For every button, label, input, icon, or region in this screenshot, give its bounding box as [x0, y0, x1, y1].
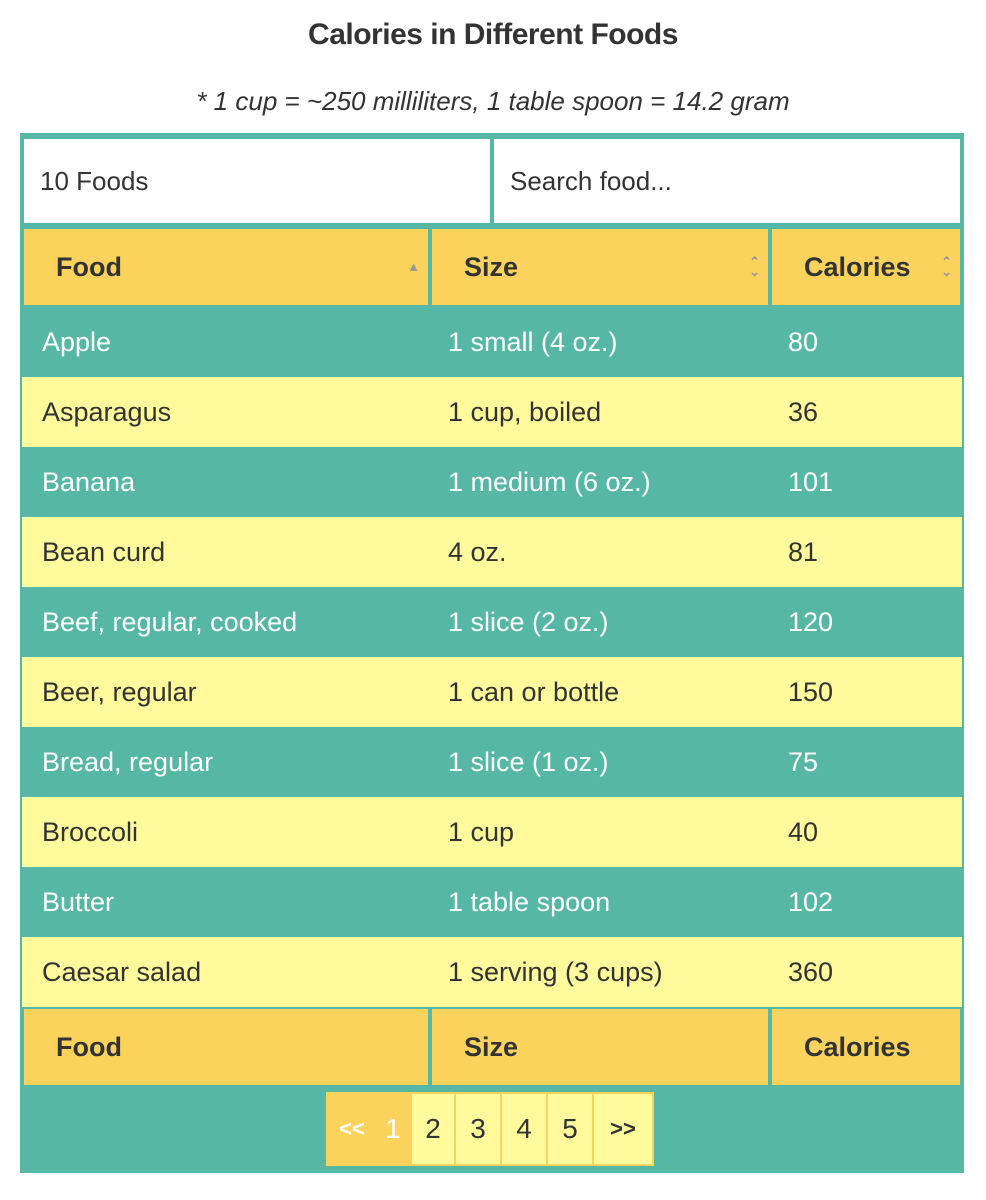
- cell-calories: 81: [770, 517, 962, 587]
- page-button-2[interactable]: 2: [410, 1094, 454, 1164]
- cell-calories: 150: [770, 657, 962, 727]
- page-size-select[interactable]: 10 Foods: [24, 139, 490, 223]
- page-button-4[interactable]: 4: [500, 1094, 546, 1164]
- cell-food: Beef, regular, cooked: [22, 587, 430, 657]
- column-header-label: Size: [464, 251, 519, 282]
- last-page-button[interactable]: >>: [592, 1094, 652, 1164]
- footer-label: Food: [56, 1031, 122, 1062]
- food-table: Food ▲ Size ⌃ ⌄ Calories ⌃ ⌄ Apple 1 small …: [22, 227, 962, 1087]
- footer-label: Size: [464, 1031, 519, 1062]
- cell-food: Caesar salad: [22, 937, 430, 1007]
- cell-food: Bread, regular: [22, 727, 430, 797]
- cell-size: 1 slice (1 oz.): [430, 727, 770, 797]
- header-row: Food ▲ Size ⌃ ⌄ Calories ⌃ ⌄: [22, 227, 962, 307]
- table-controls: 10 Foods: [20, 133, 964, 227]
- table-row: Beer, regular 1 can or bottle 150: [22, 657, 962, 727]
- cell-size: 1 small (4 oz.): [430, 307, 770, 377]
- sort-both-icon: ⌃ ⌄: [749, 254, 760, 279]
- unit-note: * 1 cup = ~250 milliliters, 1 table spoo…: [196, 86, 790, 116]
- table-row: Asparagus 1 cup, boiled 36: [22, 377, 962, 447]
- cell-food: Banana: [22, 447, 430, 517]
- sort-ascending-icon: ▲: [407, 259, 420, 274]
- cell-size: 1 can or bottle: [430, 657, 770, 727]
- cell-food: Apple: [22, 307, 430, 377]
- cell-size: 1 cup: [430, 797, 770, 867]
- cell-size: 1 medium (6 oz.): [430, 447, 770, 517]
- sort-both-icon: ⌃ ⌄: [941, 254, 952, 279]
- cell-calories: 40: [770, 797, 962, 867]
- cell-food: Broccoli: [22, 797, 430, 867]
- cell-calories: 75: [770, 727, 962, 797]
- table-row: Apple 1 small (4 oz.) 80: [22, 307, 962, 377]
- cell-calories: 120: [770, 587, 962, 657]
- table-row: Caesar salad 1 serving (3 cups) 360: [22, 937, 962, 1007]
- page-button-3[interactable]: 3: [454, 1094, 500, 1164]
- cell-size: 4 oz.: [430, 517, 770, 587]
- pagination-bar: << 1 2 3 4 5 >>: [20, 1087, 964, 1173]
- cell-calories: 360: [770, 937, 962, 1007]
- column-header-calories[interactable]: Calories ⌃ ⌄: [770, 227, 962, 307]
- cell-calories: 101: [770, 447, 962, 517]
- column-header-label: Food: [56, 251, 122, 282]
- footer-cell-calories: Calories: [770, 1007, 962, 1087]
- table-row: Butter 1 table spoon 102: [22, 867, 962, 937]
- footer-row: Food Size Calories: [22, 1007, 962, 1087]
- pagination: << 1 2 3 4 5 >>: [326, 1092, 654, 1166]
- cell-size: 1 slice (2 oz.): [430, 587, 770, 657]
- cell-size: 1 serving (3 cups): [430, 937, 770, 1007]
- table-body: Apple 1 small (4 oz.) 80 Asparagus 1 cup, bo…: [22, 307, 962, 1007]
- column-header-size[interactable]: Size ⌃ ⌄: [430, 227, 770, 307]
- table-row: Bread, regular 1 slice (1 oz.) 75: [22, 727, 962, 797]
- column-header-food[interactable]: Food ▲: [22, 227, 430, 307]
- cell-calories: 36: [770, 377, 962, 447]
- footer-cell-size: Size: [430, 1007, 770, 1087]
- table-row: Beef, regular, cooked 1 slice (2 oz.) 120: [22, 587, 962, 657]
- column-header-label: Calories: [804, 251, 911, 282]
- page-button-1[interactable]: 1: [376, 1094, 410, 1164]
- cell-calories: 102: [770, 867, 962, 937]
- table-row: Banana 1 medium (6 oz.) 101: [22, 447, 962, 517]
- cell-food: Beer, regular: [22, 657, 430, 727]
- cell-calories: 80: [770, 307, 962, 377]
- footer-cell-food: Food: [22, 1007, 430, 1087]
- first-page-button[interactable]: <<: [328, 1094, 376, 1164]
- table-row: Bean curd 4 oz. 81: [22, 517, 962, 587]
- cell-food: Asparagus: [22, 377, 430, 447]
- cell-size: 1 cup, boiled: [430, 377, 770, 447]
- page-button-5[interactable]: 5: [546, 1094, 592, 1164]
- search-input[interactable]: [494, 139, 960, 223]
- table-row: Broccoli 1 cup 40: [22, 797, 962, 867]
- cell-food: Bean curd: [22, 517, 430, 587]
- footer-label: Calories: [804, 1031, 911, 1062]
- page-title: Calories in Different Foods: [308, 18, 678, 51]
- food-table-container: 10 Foods Food ▲ Size ⌃⌄ Calories ⌃⌄ Appl…: [20, 133, 964, 1173]
- cell-size: 1 table spoon: [430, 867, 770, 937]
- cell-food: Butter: [22, 867, 430, 937]
